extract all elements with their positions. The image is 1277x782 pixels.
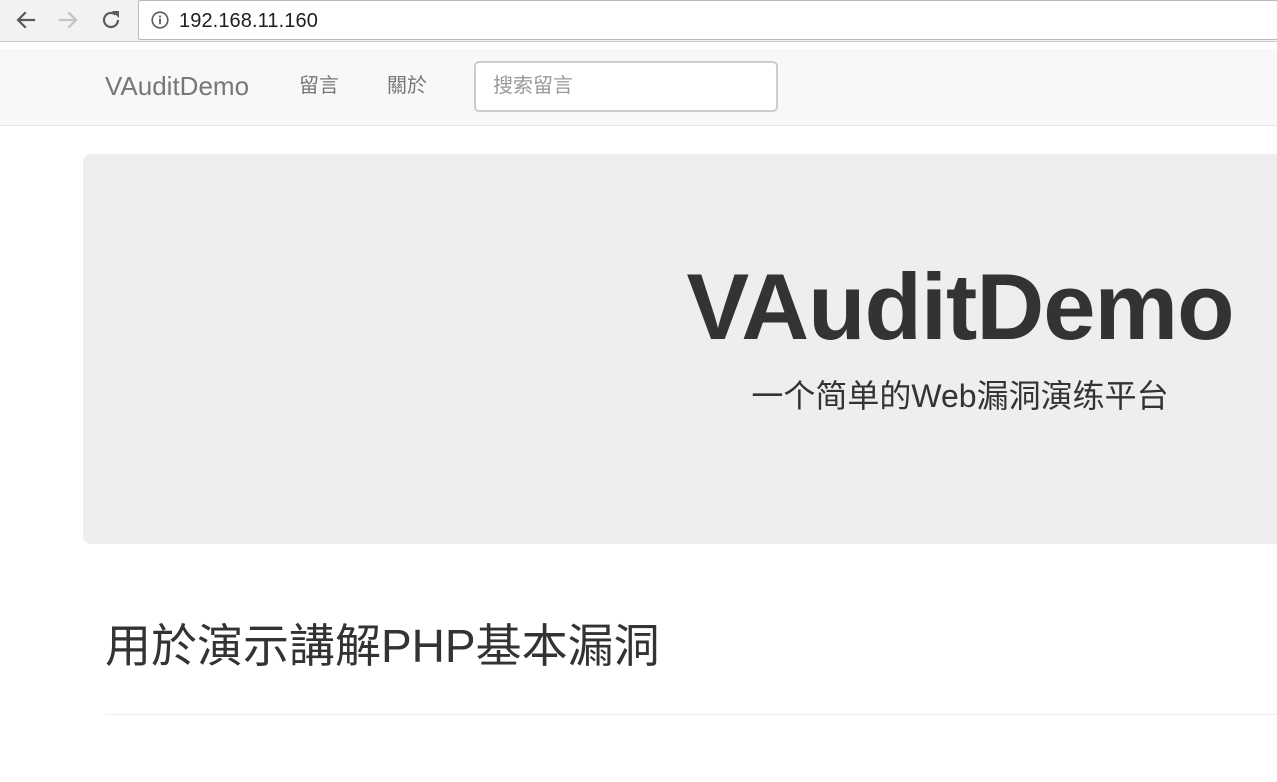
back-button[interactable]	[11, 5, 41, 35]
jumbotron-subtitle: 一个简单的Web漏洞演练平台	[751, 378, 1169, 414]
info-icon[interactable]	[151, 11, 169, 29]
navbar-brand[interactable]: VAuditDemo	[105, 71, 249, 101]
url-text[interactable]: 192.168.11.160	[179, 10, 318, 33]
nav-link-about[interactable]: 關於	[387, 74, 427, 98]
jumbotron: VAuditDemo 一个简单的Web漏洞演练平台	[83, 154, 1277, 544]
page-header: 用於演示講解PHP基本漏洞	[105, 612, 1277, 715]
reload-icon	[102, 11, 120, 29]
reload-button[interactable]	[96, 5, 126, 35]
page-title: 用於演示講解PHP基本漏洞	[105, 620, 660, 672]
forward-button[interactable]	[53, 5, 83, 35]
search-input[interactable]	[474, 61, 778, 112]
site-navbar: VAuditDemo 留言 關於	[0, 49, 1277, 126]
arrow-left-icon	[16, 11, 36, 29]
jumbotron-title: VAuditDemo	[686, 254, 1234, 359]
nav-link-messages[interactable]: 留言	[299, 74, 339, 98]
arrow-right-icon	[58, 11, 78, 29]
address-bar[interactable]: 192.168.11.160	[138, 0, 1277, 40]
browser-toolbar: 192.168.11.160	[0, 0, 1277, 42]
